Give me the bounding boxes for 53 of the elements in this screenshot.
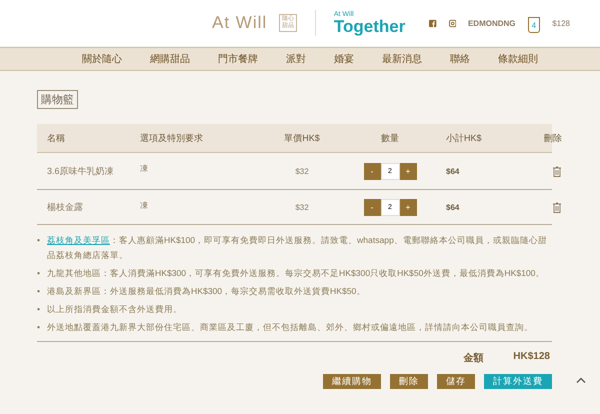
column-header: 名稱	[47, 132, 66, 144]
subtotal: $64	[446, 166, 460, 176]
bullet: •	[37, 321, 41, 334]
column-header: 單價HK$	[283, 132, 321, 144]
nav-link[interactable]: 婚宴	[334, 52, 354, 66]
calculate-button[interactable]: 計算外送費	[484, 374, 552, 389]
user-name[interactable]: EDMONDNG	[468, 18, 516, 28]
total-label: 金額	[463, 352, 484, 365]
option-text: 凍	[140, 163, 149, 174]
delivery-note: 外送地點覆蓋港九新界大部份住宅區、商業區及工廈，但不包括離島、郊外、鄉村或偏遠地區，詳情請向本公司職員查詢。	[47, 321, 534, 334]
delivery-note: 荔枝角及美孚區：客人惠顧滿HK$100，即可享有免費即日外送服務。請致電、whatsapp、電郵聯絡本公司職員，或親臨隨心甜品荔枝角總店落單。	[47, 234, 548, 262]
nav-link[interactable]: 最新消息	[382, 52, 422, 66]
bullet: •	[37, 234, 41, 247]
delivery-note: 以上所指消費金額不含外送費用。	[47, 303, 183, 316]
increase-button[interactable]: +	[400, 198, 416, 216]
action-button[interactable]: 刪除	[390, 374, 428, 389]
cart-total: $128	[552, 18, 570, 28]
option-text: 凍	[140, 200, 149, 211]
subtotal: $64	[446, 202, 460, 212]
decrease-button[interactable]: -	[364, 198, 380, 216]
column-header: 選項及特別要求	[140, 132, 204, 144]
trash-icon[interactable]	[552, 202, 562, 212]
nav-link[interactable]: 聯絡	[450, 52, 470, 66]
action-button[interactable]: 繼續購物	[323, 374, 381, 389]
nav-link[interactable]: 門市餐牌	[218, 52, 258, 66]
bullet: •	[37, 267, 41, 280]
action-button[interactable]: 儲存	[437, 374, 475, 389]
scroll-top-icon[interactable]	[576, 376, 586, 384]
trash-icon[interactable]	[552, 166, 562, 176]
unit-price: $32	[294, 202, 310, 212]
total-amount: HK$128	[513, 351, 550, 364]
unit-price: $32	[294, 166, 310, 176]
column-header: 小計HK$	[446, 132, 483, 144]
nav-link[interactable]: 派對	[286, 52, 306, 66]
column-header: 刪除	[543, 132, 562, 144]
increase-button[interactable]: +	[400, 162, 416, 180]
product-name: 3.6原味牛乳奶凍	[47, 164, 115, 178]
brand-logo[interactable]: At Will	[212, 13, 268, 33]
nav-link[interactable]: 網購甜品	[150, 52, 190, 66]
bullet: •	[37, 303, 41, 316]
nav-link[interactable]: 關於隨心	[82, 52, 122, 66]
decrease-button[interactable]: -	[364, 162, 380, 180]
delivery-note: 九龍其他地區：客人消費滿HK$300，可享有免費外送服務。每宗交易不足HK$300只收取HK$50外送費，最低消費為HK$100。	[47, 267, 546, 280]
page-title: 購物籃	[37, 90, 78, 109]
facebook-icon[interactable]	[429, 18, 437, 28]
delivery-note: 港島及新界區：外送服務最低消費為HK$300，每宗交易需收取外送貨費HK$50。	[47, 285, 366, 298]
bullet: •	[37, 285, 41, 298]
nav-link[interactable]: 條款細則	[498, 52, 538, 66]
column-header: 數量	[380, 132, 400, 144]
area-link[interactable]: 荔枝角及美孚區	[47, 235, 110, 245]
product-name: 楊枝金露	[47, 200, 84, 214]
camera-icon[interactable]	[448, 18, 456, 28]
cart-count[interactable]: 4	[528, 17, 540, 33]
